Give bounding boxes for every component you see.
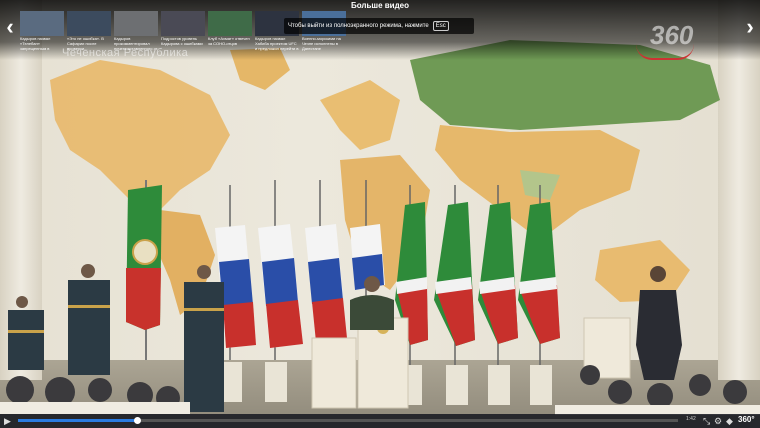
prev-arrow-button[interactable]: ‹: [0, 12, 20, 42]
video-thumbnail[interactable]: «Это не ошибка». В Сафарии после проверк…: [67, 11, 111, 51]
scrubber-handle[interactable]: [133, 417, 141, 424]
thumbnail-image: [20, 11, 64, 36]
fullscreen-exit-icon[interactable]: ⤡: [703, 415, 710, 427]
more-videos-title: Больше видео: [350, 1, 410, 10]
video-thumbnail[interactable]: Клуб «Ахмат» отвечен за СОНО-отцов: [208, 11, 252, 51]
thumbnail-image: [114, 11, 158, 36]
thumbnail-caption: Кадыров назвал «Телебан» запрещенным в р…: [20, 36, 51, 51]
ceremony-scene: [0, 180, 760, 415]
esc-key-label: Esc: [432, 21, 449, 31]
settings-icon[interactable]: ⚙: [714, 415, 722, 427]
thumbnail-image: [67, 11, 111, 36]
time-display: 1:42: [686, 416, 696, 422]
progress-bar[interactable]: [18, 417, 678, 424]
thumbnail-image: [208, 11, 252, 36]
video-thumbnail[interactable]: Подростов уровень Кадырова с ошибками: [161, 11, 205, 51]
play-icon[interactable]: ▶: [4, 415, 11, 427]
thumbnail-caption: Кадыров назвал Хабиба проектом UFC и пре…: [255, 36, 299, 51]
thumbnail-image: [161, 11, 205, 36]
share-icon[interactable]: ◆: [726, 415, 733, 427]
next-arrow-button[interactable]: ›: [740, 12, 760, 42]
fullscreen-hint: Чтобы выйти из полноэкранного режима, на…: [284, 18, 474, 34]
player-controls: ▶ 1:42 ⤡ ⚙ ◆ 360°: [0, 414, 760, 428]
progress-fill: [18, 419, 137, 422]
thumbnail-caption: Военно-морскими на Чечне исполнены в Даг…: [302, 36, 341, 51]
thumbnail-caption: Клуб «Ахмат» отвечен за СОНО-отцов: [208, 36, 250, 46]
chevron-right-icon: ›: [746, 14, 754, 39]
fullscreen-hint-text: Чтобы выйти из полноэкранного режима, на…: [288, 23, 429, 29]
video-thumbnail[interactable]: Кадыров прокомментировал ничего оставлен…: [114, 11, 158, 51]
channel-logo-arc: [636, 44, 694, 60]
video-player[interactable]: Больше видео ‹ › Кадыров назвал «Телебан…: [0, 0, 760, 428]
video-thumbnail[interactable]: Кадыров назвал «Телебан» запрещенным в р…: [20, 11, 64, 51]
region-watermark: Чеченская Республика: [62, 47, 189, 59]
chevron-left-icon: ‹: [6, 14, 14, 39]
vr360-badge[interactable]: 360°: [738, 415, 755, 424]
